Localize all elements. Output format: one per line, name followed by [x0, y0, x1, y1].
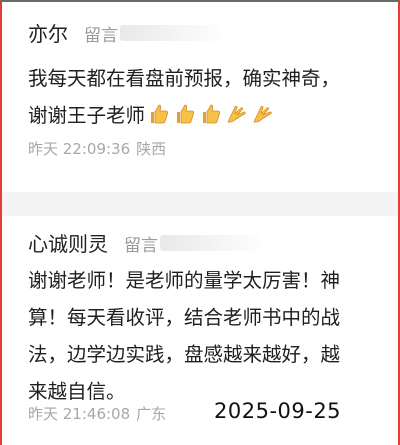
clap-hands-icon [253, 105, 272, 123]
redacted-text [120, 25, 220, 41]
comment-line: 谢谢老师！是老师的量学太厉害！神 [28, 269, 341, 292]
thumbs-up-icon [203, 104, 221, 124]
comment-tag: 留言 [124, 236, 158, 256]
thumbs-up-icon [177, 104, 195, 124]
comment-location: 广东 [136, 405, 167, 423]
comment-meta: 昨天 21:46:08 广东 [28, 403, 166, 424]
comment-body: 谢谢老师！是老师的量学太厉害！神 算！每天看收评，结合老师书中的战 法，边学边实… [28, 262, 384, 410]
comment-header: 心诚则灵 留言 [28, 228, 260, 257]
comment-line: 法，边学边实践，盘感越来越好，越 [28, 343, 341, 366]
comment-line: 算！每天看收评，结合老师书中的战 [28, 306, 341, 329]
comment-line-text: 谢谢王子老师 [28, 104, 146, 127]
comment-line: 我每天都在看盘前预报，确实神奇， [28, 67, 341, 90]
comment-body: 我每天都在看盘前预报，确实神奇， 谢谢王子老师 [28, 60, 384, 134]
commenter-name[interactable]: 亦尔 [28, 18, 68, 47]
redacted-text [160, 235, 260, 251]
comment-header: 亦尔 留言 [28, 18, 220, 47]
thumbs-up-icon [151, 104, 169, 124]
comment-time: 昨天 22:09:36 [28, 140, 131, 158]
section-divider [2, 192, 398, 216]
comment-location: 陕西 [136, 140, 167, 158]
emoji-row [147, 102, 277, 126]
comment-card: 亦尔 留言 我每天都在看盘前预报，确实神奇， 谢谢王子老师 昨天 22:09:3… [2, 2, 398, 192]
comment-tag: 留言 [84, 26, 118, 46]
comment-time: 昨天 21:46:08 [28, 405, 131, 423]
comment-meta: 昨天 22:09:36 陕西 [28, 138, 166, 159]
comment-line: 谢谢王子老师 [28, 97, 384, 134]
date-stamp: 2025-09-25 [214, 399, 342, 423]
commenter-name[interactable]: 心诚则灵 [28, 228, 108, 257]
clap-hands-icon [227, 105, 246, 123]
